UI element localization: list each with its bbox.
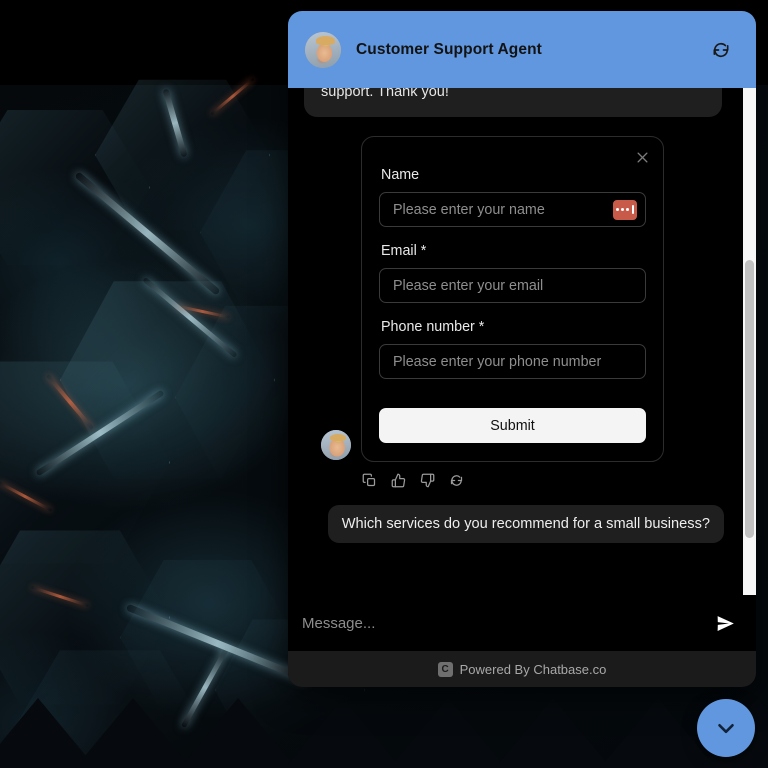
powered-by-text[interactable]: Powered By Chatbase.co [460,662,607,677]
name-input-placeholder: Please enter your name [393,201,545,218]
copy-icon[interactable] [361,472,378,489]
bot-message-avatar [321,430,351,461]
chat-scroll-area[interactable]: support. Thank you! Name Please enter yo… [288,88,756,595]
email-input-placeholder: Please enter your email [393,277,544,294]
thumbs-up-icon[interactable] [390,472,407,489]
chat-toggle-button[interactable] [697,699,755,757]
thumbs-down-icon[interactable] [419,472,436,489]
screen: Customer Support Agent support. Thank yo… [0,0,768,768]
lead-capture-form: Name Please enter your name Email * Plea… [361,136,664,463]
regenerate-icon[interactable] [448,472,465,489]
widget-title: Customer Support Agent [356,40,542,58]
close-icon[interactable] [633,148,651,166]
chat-widget: Customer Support Agent support. Thank yo… [288,11,756,687]
widget-header: Customer Support Agent [288,11,756,88]
phone-input[interactable]: Please enter your phone number [379,344,646,380]
chatbase-logo-icon: C [437,661,453,677]
phone-input-placeholder: Please enter your phone number [393,353,602,370]
message-composer [288,595,756,651]
bot-avatar-row [304,430,740,462]
send-icon[interactable] [712,611,738,637]
email-field-label: Email * [381,243,427,260]
refresh-icon[interactable] [708,37,734,63]
name-field-label: Name [381,167,420,184]
lastpass-icon[interactable] [613,199,637,220]
widget-footer: C Powered By Chatbase.co [288,651,756,687]
phone-field-label: Phone number * [381,319,485,336]
scrollbar[interactable] [743,88,756,595]
user-message: Which services do you recommend for a sm… [327,505,724,544]
message-input[interactable] [302,615,712,632]
agent-avatar [305,31,341,68]
email-input[interactable]: Please enter your email [379,268,646,304]
scrollbar-thumb[interactable] [745,260,754,538]
chevron-down-icon [718,723,734,734]
name-input[interactable]: Please enter your name [379,192,646,228]
bot-message-clipped: support. Thank you! [304,88,722,118]
message-actions [361,472,740,489]
